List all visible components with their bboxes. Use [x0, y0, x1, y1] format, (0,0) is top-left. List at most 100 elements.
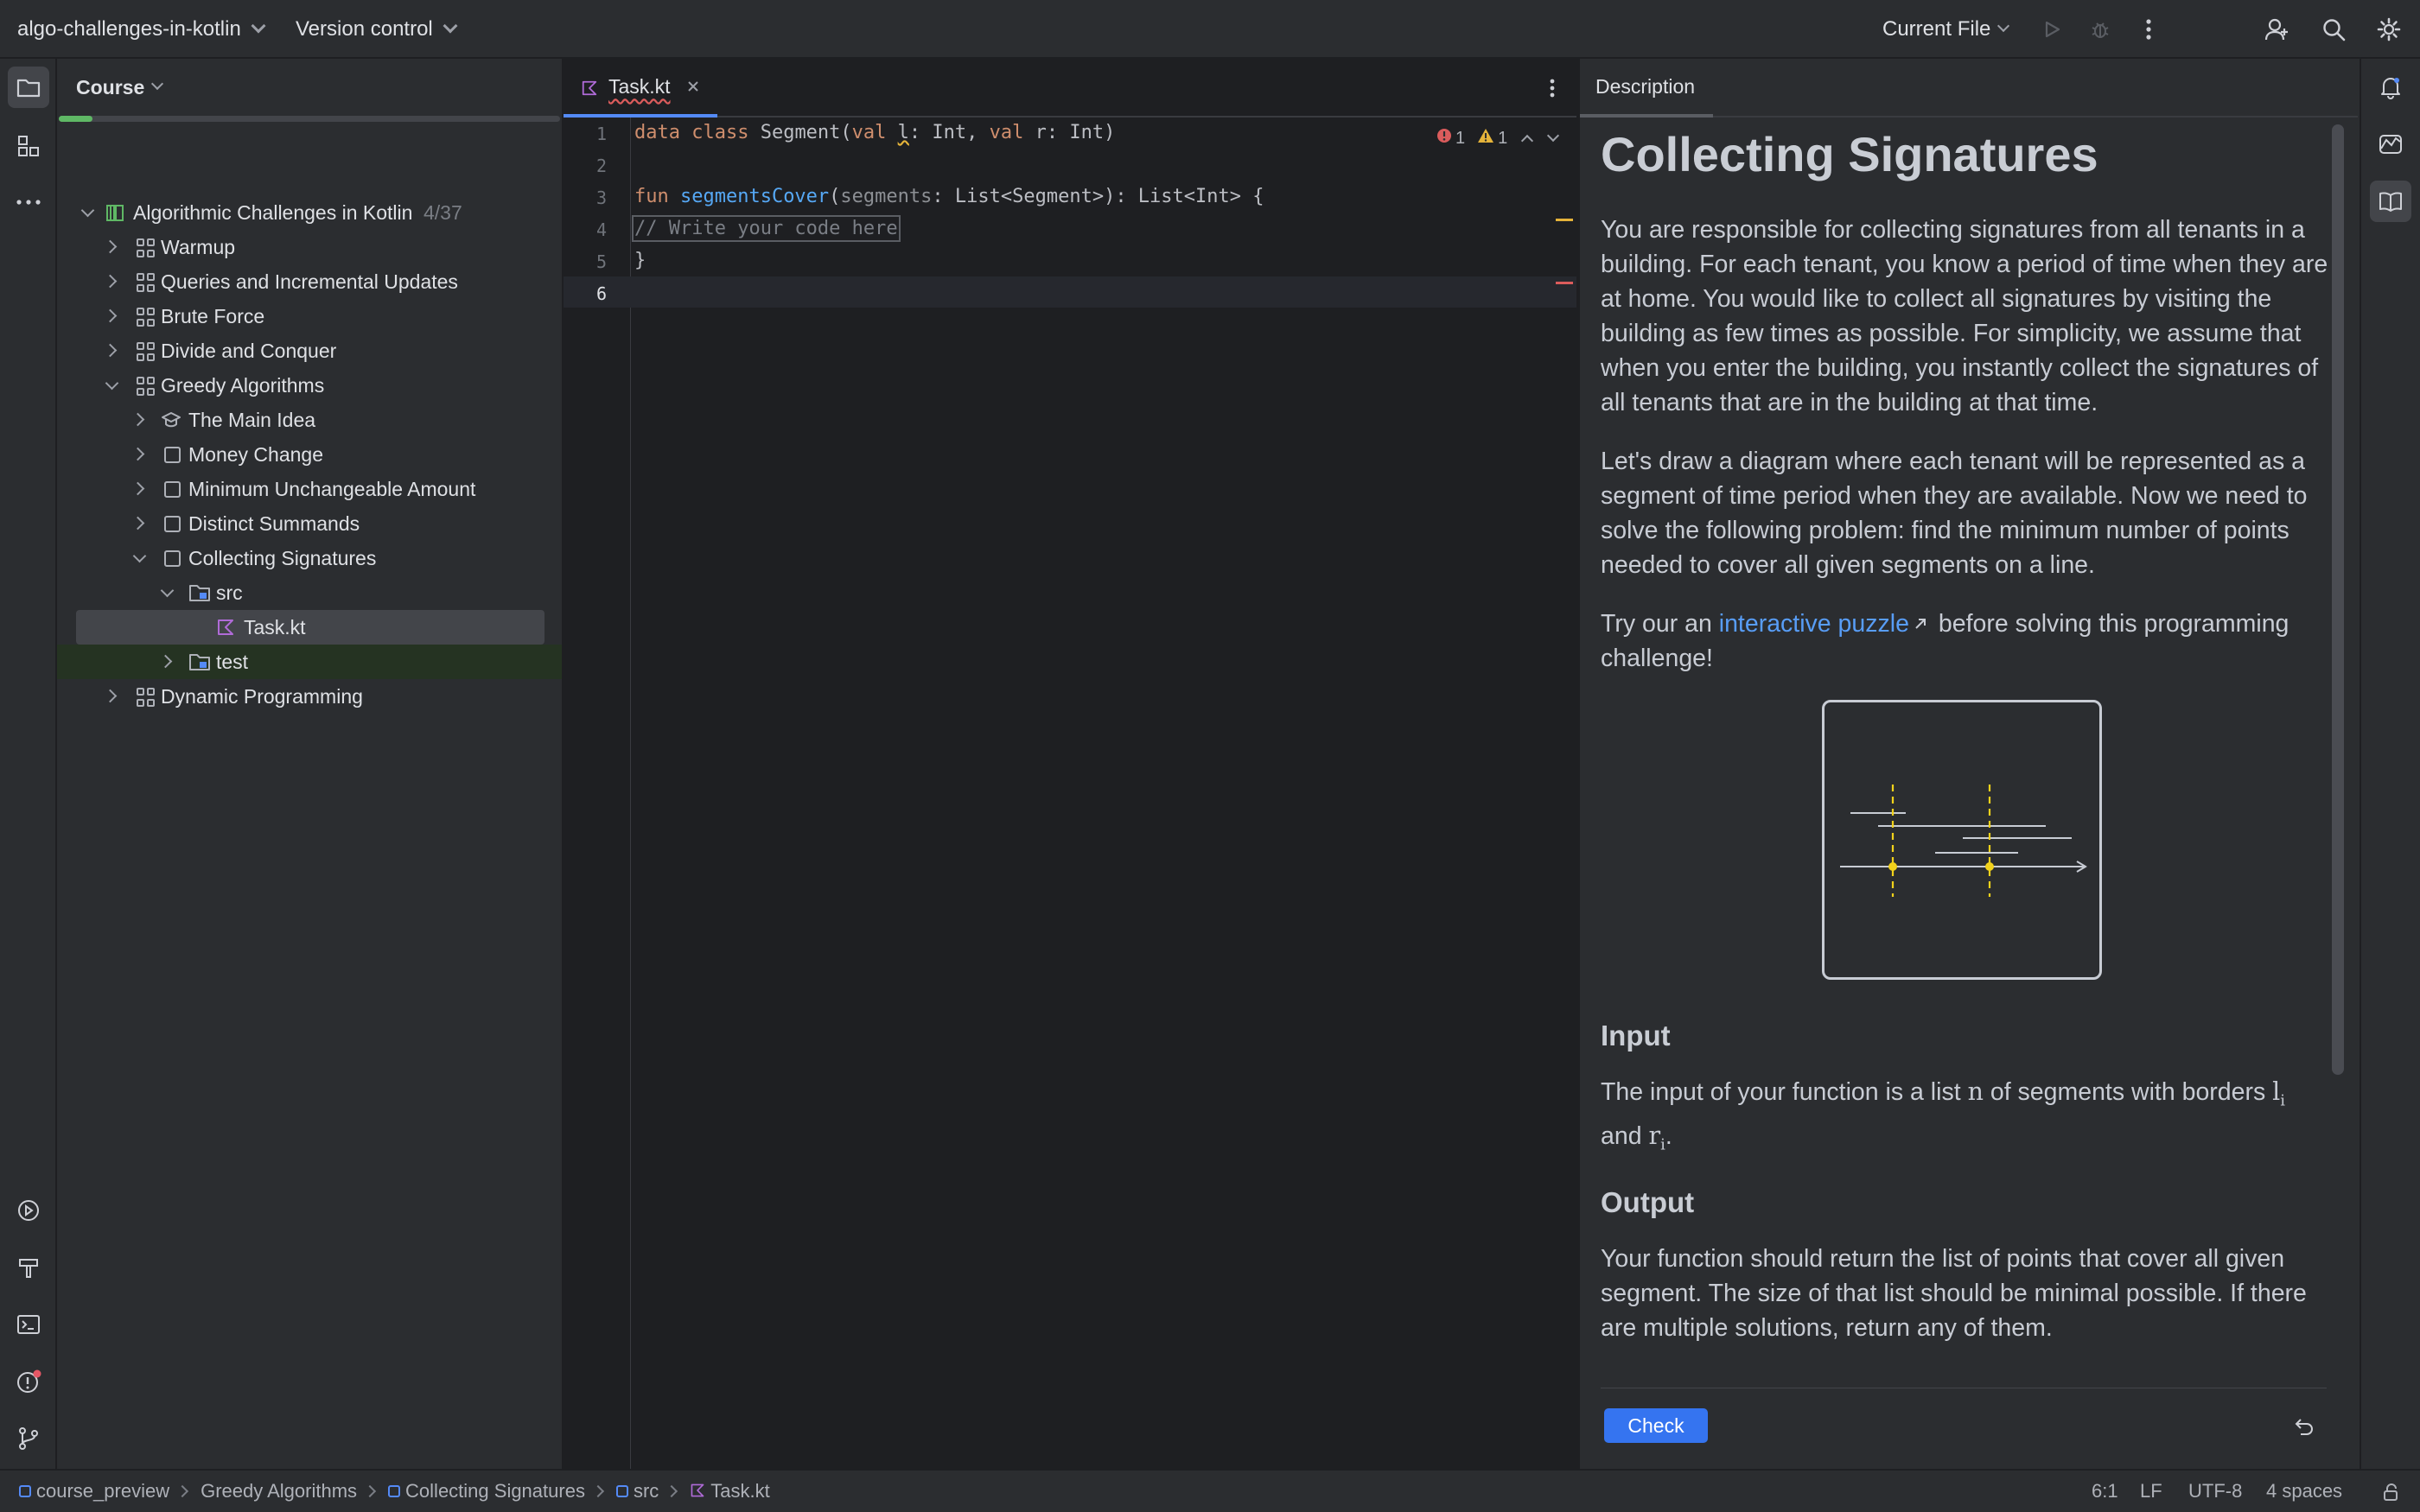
- tree-root-course[interactable]: Algorithmic Challenges in Kotlin 4/37: [57, 195, 562, 230]
- input-heading: Input: [1601, 1020, 1671, 1051]
- input-paragraph: The input of your function is a list n o…: [1601, 1075, 2340, 1162]
- panel-header[interactable]: Course: [57, 59, 562, 116]
- section-icon: [137, 342, 156, 361]
- tab-options-icon[interactable]: [1538, 74, 1566, 102]
- tree-item-label: Distinct Summands: [188, 511, 360, 535]
- math-r: r: [1648, 1121, 1661, 1150]
- code-line-3[interactable]: fun segmentsCover(segments: List<Segment…: [634, 186, 1264, 207]
- line-separator[interactable]: LF: [2140, 1471, 2162, 1512]
- tree-item-collecting-signatures[interactable]: Collecting Signatures: [57, 541, 562, 575]
- chevron-down-icon: [80, 203, 95, 218]
- vcs-menu[interactable]: Version control: [296, 0, 458, 59]
- inspection-widget[interactable]: 1 1: [1436, 126, 1560, 150]
- read-only-lock-icon[interactable]: [2379, 1479, 2404, 1505]
- build-hammer-icon[interactable]: [8, 1247, 49, 1288]
- chevron-right-icon: [158, 654, 173, 669]
- file-encoding[interactable]: UTF-8: [2188, 1471, 2242, 1512]
- settings-gear-icon[interactable]: [2373, 14, 2404, 45]
- tree-item-task-kt-selected[interactable]: Task.kt: [76, 610, 544, 645]
- description-scrollbar[interactable]: [2332, 124, 2344, 1075]
- vcs-label: Version control: [296, 17, 433, 41]
- chevron-right-icon: [131, 447, 145, 461]
- tree-item-min-unchangeable[interactable]: Minimum Unchangeable Amount: [57, 472, 562, 506]
- run-icon[interactable]: [2038, 16, 2066, 43]
- breadcrumb-item[interactable]: course_preview: [36, 1480, 169, 1502]
- chevron-right-icon: [363, 1484, 377, 1498]
- next-problem-icon[interactable]: [1547, 129, 1560, 143]
- error-icon: [1436, 128, 1452, 149]
- project-switcher[interactable]: algo-challenges-in-kotlin: [17, 0, 266, 59]
- code-keyword: val: [851, 122, 898, 143]
- problems-icon[interactable]: [8, 1361, 49, 1402]
- services-icon[interactable]: [8, 1190, 49, 1231]
- previous-problem-icon[interactable]: [1521, 134, 1534, 148]
- tree-item-label: Collecting Signatures: [188, 546, 377, 569]
- warning-stripe-marker[interactable]: [1556, 219, 1573, 221]
- tree-item-dynamic-programming[interactable]: Dynamic Programming: [57, 679, 562, 714]
- notifications-bell-icon[interactable]: [2370, 67, 2411, 108]
- task-paragraph: Let's draw a diagram where each tenant w…: [1601, 448, 2308, 579]
- more-tools-icon[interactable]: [8, 181, 49, 223]
- tree-item-label: Warmup: [161, 235, 236, 258]
- git-branch-icon[interactable]: [8, 1418, 49, 1459]
- reset-task-icon[interactable]: [2290, 1412, 2318, 1439]
- project-folder-icon[interactable]: [8, 67, 49, 108]
- tree-item-main-idea[interactable]: The Main Idea: [57, 403, 562, 437]
- breadcrumb: course_preview Greedy Algorithms Collect…: [19, 1471, 770, 1512]
- breadcrumb-item[interactable]: Task.kt: [710, 1480, 769, 1502]
- current-line-highlight: [564, 276, 1576, 308]
- code-param: r: [1035, 122, 1047, 143]
- code-editor: Task.kt 1 2 3 4 5 6 data class Segment(v…: [564, 59, 1576, 1469]
- tree-item-queries[interactable]: Queries and Incremental Updates: [57, 264, 562, 299]
- course-progress-bar: [59, 116, 560, 122]
- more-actions-icon[interactable]: [2135, 16, 2162, 43]
- code-line-4[interactable]: // Write your code here: [632, 215, 901, 242]
- breadcrumb-item[interactable]: Greedy Algorithms: [201, 1480, 357, 1502]
- breadcrumb-item[interactable]: src: [634, 1480, 659, 1502]
- tab-description[interactable]: Description: [1580, 59, 1713, 118]
- chevron-right-icon: [131, 412, 145, 427]
- right-tool-strip: [2360, 59, 2420, 1469]
- warning-count: 1: [1498, 128, 1508, 148]
- check-button[interactable]: Check: [1604, 1408, 1708, 1443]
- task-description-book-icon[interactable]: [2370, 181, 2411, 222]
- breadcrumb-item[interactable]: Collecting Signatures: [405, 1480, 585, 1502]
- tab-task-kt[interactable]: Task.kt: [564, 59, 717, 118]
- code-param: segments: [840, 186, 933, 207]
- tree-item-distinct-summands[interactable]: Distinct Summands: [57, 506, 562, 541]
- test-folder-icon: [188, 652, 210, 671]
- tree-item-label: Queries and Incremental Updates: [161, 270, 458, 293]
- code-text: : Int): [1046, 122, 1116, 143]
- code-line-5[interactable]: }: [634, 250, 646, 271]
- caret-position[interactable]: 6:1: [2092, 1471, 2118, 1512]
- run-config-selector[interactable]: Current File: [1882, 0, 2010, 59]
- tree-item-greedy[interactable]: Greedy Algorithms: [57, 368, 562, 403]
- tree-item-brute-force[interactable]: Brute Force: [57, 299, 562, 334]
- terminal-icon[interactable]: [8, 1304, 49, 1345]
- error-stripe-marker[interactable]: [1556, 282, 1573, 284]
- line-number-gutter: [564, 118, 631, 1469]
- tree-item-warmup[interactable]: Warmup: [57, 230, 562, 264]
- structure-icon[interactable]: [8, 125, 49, 167]
- tree-item-src[interactable]: src: [57, 575, 562, 610]
- tree-item-money-change[interactable]: Money Change: [57, 437, 562, 472]
- add-user-icon[interactable]: [2261, 14, 2292, 45]
- chevron-down-icon: [105, 376, 119, 391]
- chevron-right-icon: [131, 516, 145, 530]
- chevron-down-icon: [443, 18, 458, 34]
- indent-setting[interactable]: 4 spaces: [2266, 1471, 2342, 1512]
- module-icon: [19, 1485, 31, 1497]
- tree-item-divide-conquer[interactable]: Divide and Conquer: [57, 334, 562, 368]
- search-icon[interactable]: [2318, 14, 2349, 45]
- task-paragraph: You are responsible for collecting signa…: [1601, 216, 2328, 416]
- tab-label: Task.kt: [608, 74, 671, 98]
- code-line-1[interactable]: data class Segment(val l: Int, val r: In…: [634, 122, 1115, 143]
- tree-item-test[interactable]: test: [57, 645, 562, 679]
- tree-item-label: Divide and Conquer: [161, 339, 337, 362]
- ai-assistant-icon[interactable]: [2370, 124, 2411, 165]
- interactive-puzzle-link[interactable]: interactive puzzle: [1719, 610, 1909, 638]
- status-bar: course_preview Greedy Algorithms Collect…: [0, 1469, 2420, 1512]
- debug-icon[interactable]: [2086, 16, 2114, 43]
- close-tab-icon[interactable]: [686, 79, 700, 98]
- task-checkbox-icon: [164, 516, 181, 532]
